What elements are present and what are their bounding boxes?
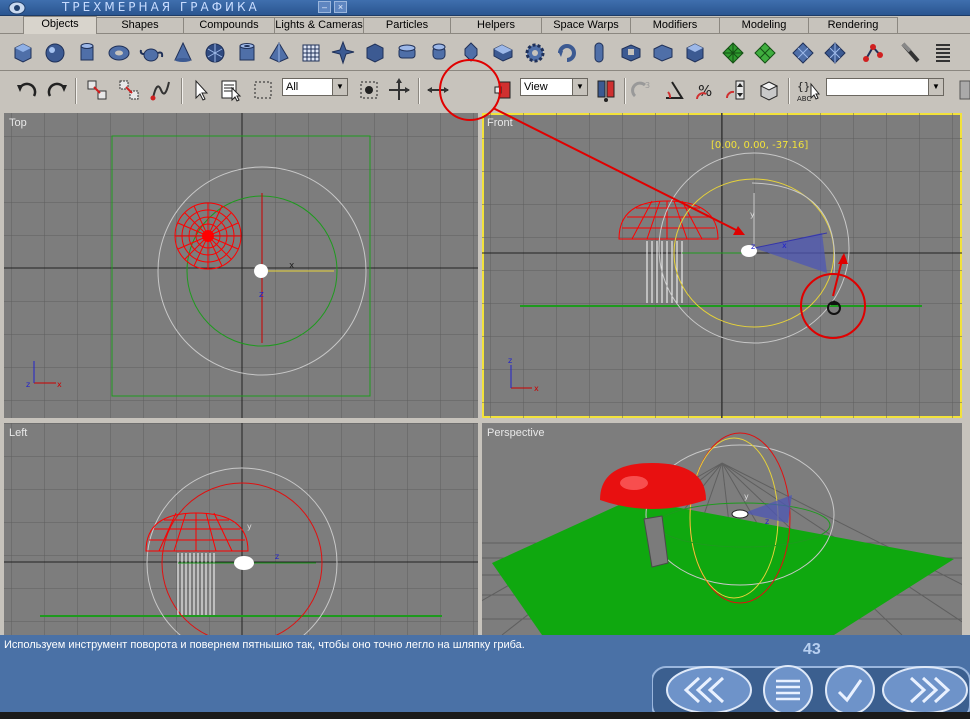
double-chevron-right-icon (882, 666, 968, 714)
menu-icon (763, 665, 813, 715)
lesson-hint-text: Используем инструмент поворота и поверне… (4, 639, 525, 651)
lesson-navigation (651, 661, 970, 719)
page-number: 43 (803, 641, 821, 658)
double-chevron-left-icon (666, 666, 752, 714)
menu-button[interactable] (760, 665, 816, 715)
lesson-status-bar: Используем инструмент поворота и поверне… (0, 635, 970, 719)
annotation-circle-rotate-tool (439, 59, 501, 121)
annotation-rotate-direction-head (838, 253, 848, 264)
check-button[interactable] (822, 665, 878, 715)
previous-slide-button[interactable] (666, 665, 752, 715)
bottom-edge (0, 712, 970, 719)
annotation-arrow-line (492, 107, 743, 234)
viewport-area: x z x z Top [0.00, 0.00, -37.16] y x z x… (0, 59, 970, 635)
check-icon (825, 665, 875, 715)
annotation-overlay (439, 59, 866, 339)
annotation-circle-cursor (800, 273, 866, 339)
next-slide-button[interactable] (882, 665, 968, 715)
